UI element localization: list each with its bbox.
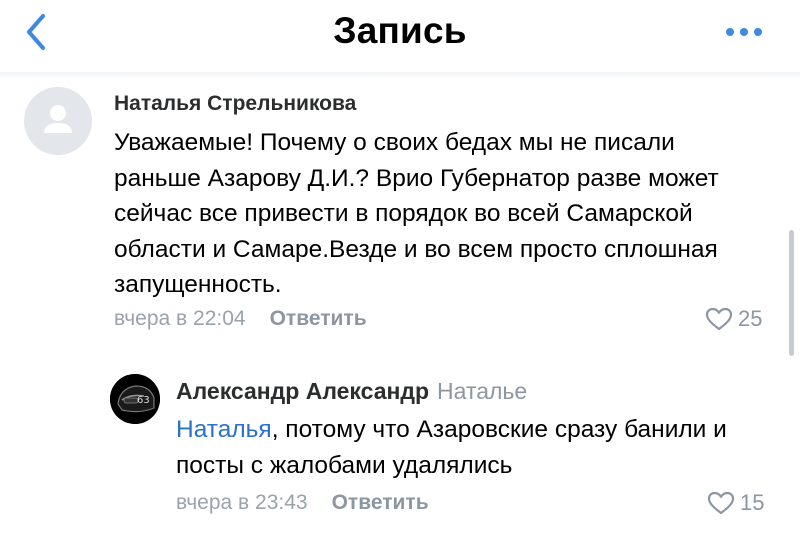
- user-placeholder-icon: [44, 105, 72, 133]
- like-button[interactable]: 15: [707, 490, 764, 516]
- reply-author-line: Александр Александр Наталье: [176, 378, 527, 405]
- nav-divider: [0, 72, 800, 80]
- avatar[interactable]: [24, 87, 92, 155]
- like-count: 15: [740, 490, 765, 515]
- comment-author[interactable]: Александр Александр: [176, 378, 429, 404]
- scrollbar[interactable]: [789, 230, 794, 356]
- heart-icon: [707, 491, 735, 515]
- mention-link[interactable]: Наталья: [176, 416, 272, 443]
- avatar[interactable]: 63: [110, 374, 160, 424]
- like-button[interactable]: 25: [705, 306, 762, 332]
- reply-button[interactable]: Ответить: [270, 307, 367, 331]
- comment-meta: вчера в 23:43 Ответить: [176, 491, 429, 515]
- comment-author[interactable]: Наталья Стрельникова: [114, 92, 356, 116]
- comment-text: Наталья, потому что Азаровские сразу бан…: [176, 412, 736, 483]
- comment-time: вчера в 22:04: [114, 307, 246, 330]
- reply-button[interactable]: Ответить: [332, 491, 429, 515]
- heart-icon: [705, 307, 733, 331]
- page-title: Запись: [333, 10, 467, 51]
- reply-to-label[interactable]: Наталье: [437, 378, 527, 404]
- comment-time: вчера в 23:43: [176, 491, 308, 514]
- avatar-badge: 63: [137, 395, 150, 406]
- more-button[interactable]: [722, 20, 766, 44]
- comment-text: Уважаемые! Почему о своих бедах мы не пи…: [114, 129, 719, 299]
- helmet-avatar-icon: [110, 374, 160, 424]
- nav-bar: Запись: [0, 0, 800, 72]
- like-count: 25: [738, 306, 763, 331]
- more-horizontal-icon: [726, 28, 762, 36]
- comment-meta: вчера в 22:04 Ответить: [114, 307, 367, 331]
